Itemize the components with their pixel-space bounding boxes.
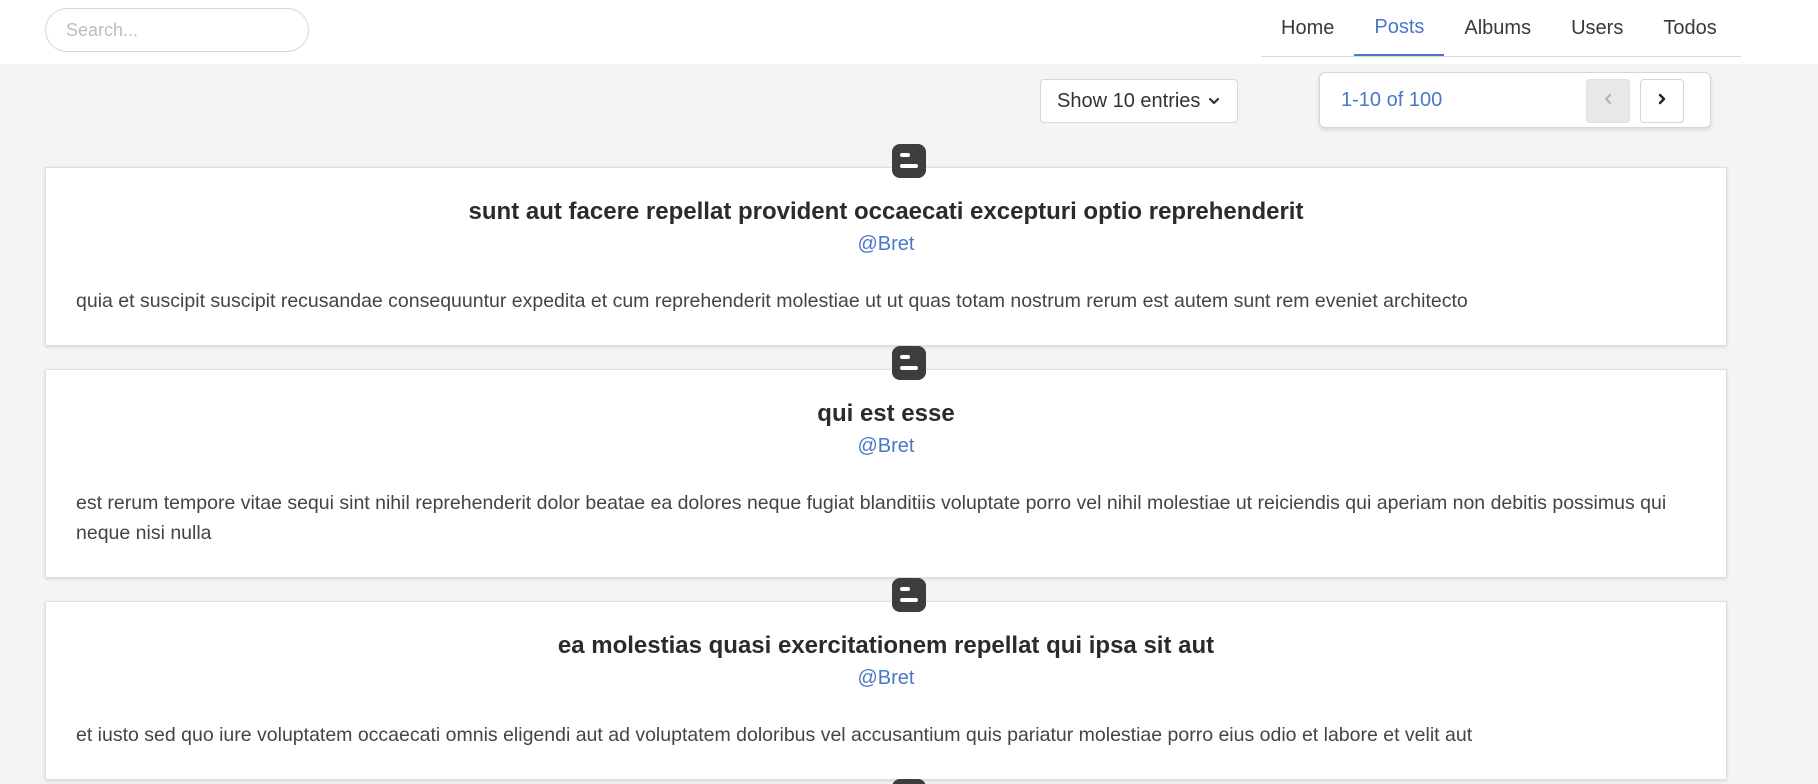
nav-item-todos[interactable]: Todos [1643,0,1736,56]
pagination: 1-10 of 100 [1319,72,1711,128]
top-bar: Home Posts Albums Users Todos [0,0,1818,64]
post-card: qui est esse @Bret est rerum tempore vit… [45,369,1727,578]
post-body: quia et suscipit suscipit recusandae con… [76,290,1468,312]
prev-page-button[interactable] [1586,79,1630,123]
chevron-right-icon [1655,92,1669,111]
blogger-icon [891,143,927,179]
chevron-down-icon [1207,94,1221,108]
post-body: est rerum tempore vitae sequi sint nihil… [76,492,1667,544]
chevron-left-icon [1601,92,1615,111]
nav-item-albums[interactable]: Albums [1444,0,1551,56]
post-author-link[interactable]: @Bret [46,233,1726,256]
blogger-icon [891,345,927,381]
entries-select[interactable]: Show 10 entries [1040,79,1238,123]
search-input[interactable] [45,8,309,52]
post-title: ea molestias quasi exercitationem repell… [557,632,1215,659]
post-card: sunt aut facere repellat provident occae… [45,167,1727,346]
post-author-link[interactable]: @Bret [46,435,1726,458]
post-body: et iusto sed quo iure voluptatem occaeca… [76,724,1473,746]
main-nav: Home Posts Albums Users Todos [1261,0,1741,57]
nav-item-home[interactable]: Home [1261,0,1354,56]
post-title: sunt aut facere repellat provident occae… [468,198,1304,225]
post-author-link[interactable]: @Bret [46,667,1726,690]
nav-item-users[interactable]: Users [1551,0,1643,56]
nav-item-posts[interactable]: Posts [1354,0,1445,56]
blogger-icon [891,778,927,784]
post-card: ea molestias quasi exercitationem repell… [45,601,1727,780]
entries-label: Show 10 entries [1057,89,1201,112]
pagination-range: 1-10 of 100 [1341,89,1443,111]
post-title: qui est esse [817,400,955,427]
blogger-icon [891,577,927,613]
next-page-button[interactable] [1640,79,1684,123]
